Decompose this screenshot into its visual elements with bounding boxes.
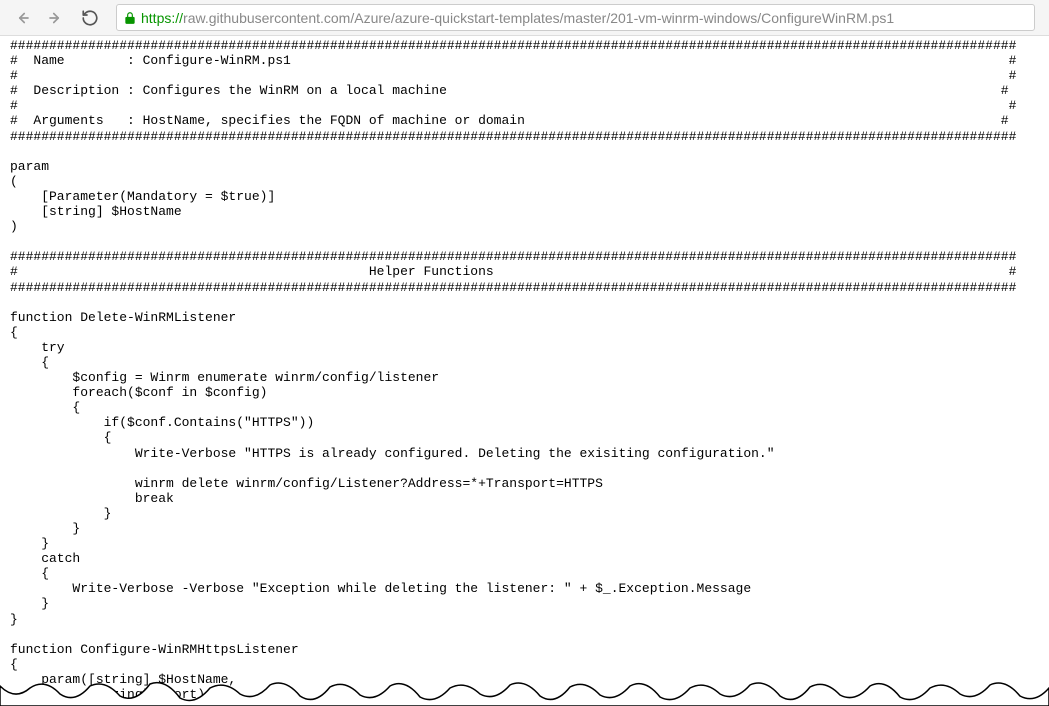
content-area: ########################################… xyxy=(0,36,1049,706)
browser-toolbar: https://raw.githubusercontent.com/Azure/… xyxy=(0,0,1049,36)
raw-file-content: ########################################… xyxy=(0,36,1049,704)
lock-icon xyxy=(123,11,137,25)
forward-button[interactable] xyxy=(42,4,70,32)
url-text: https://raw.githubusercontent.com/Azure/… xyxy=(141,10,894,26)
reload-button[interactable] xyxy=(76,4,104,32)
url-scheme: https:// xyxy=(141,10,183,26)
address-bar[interactable]: https://raw.githubusercontent.com/Azure/… xyxy=(116,4,1035,31)
url-host: raw.githubusercontent.com xyxy=(183,10,350,26)
url-path: /Azure/azure-quickstart-templates/master… xyxy=(350,10,894,26)
back-button[interactable] xyxy=(8,4,36,32)
